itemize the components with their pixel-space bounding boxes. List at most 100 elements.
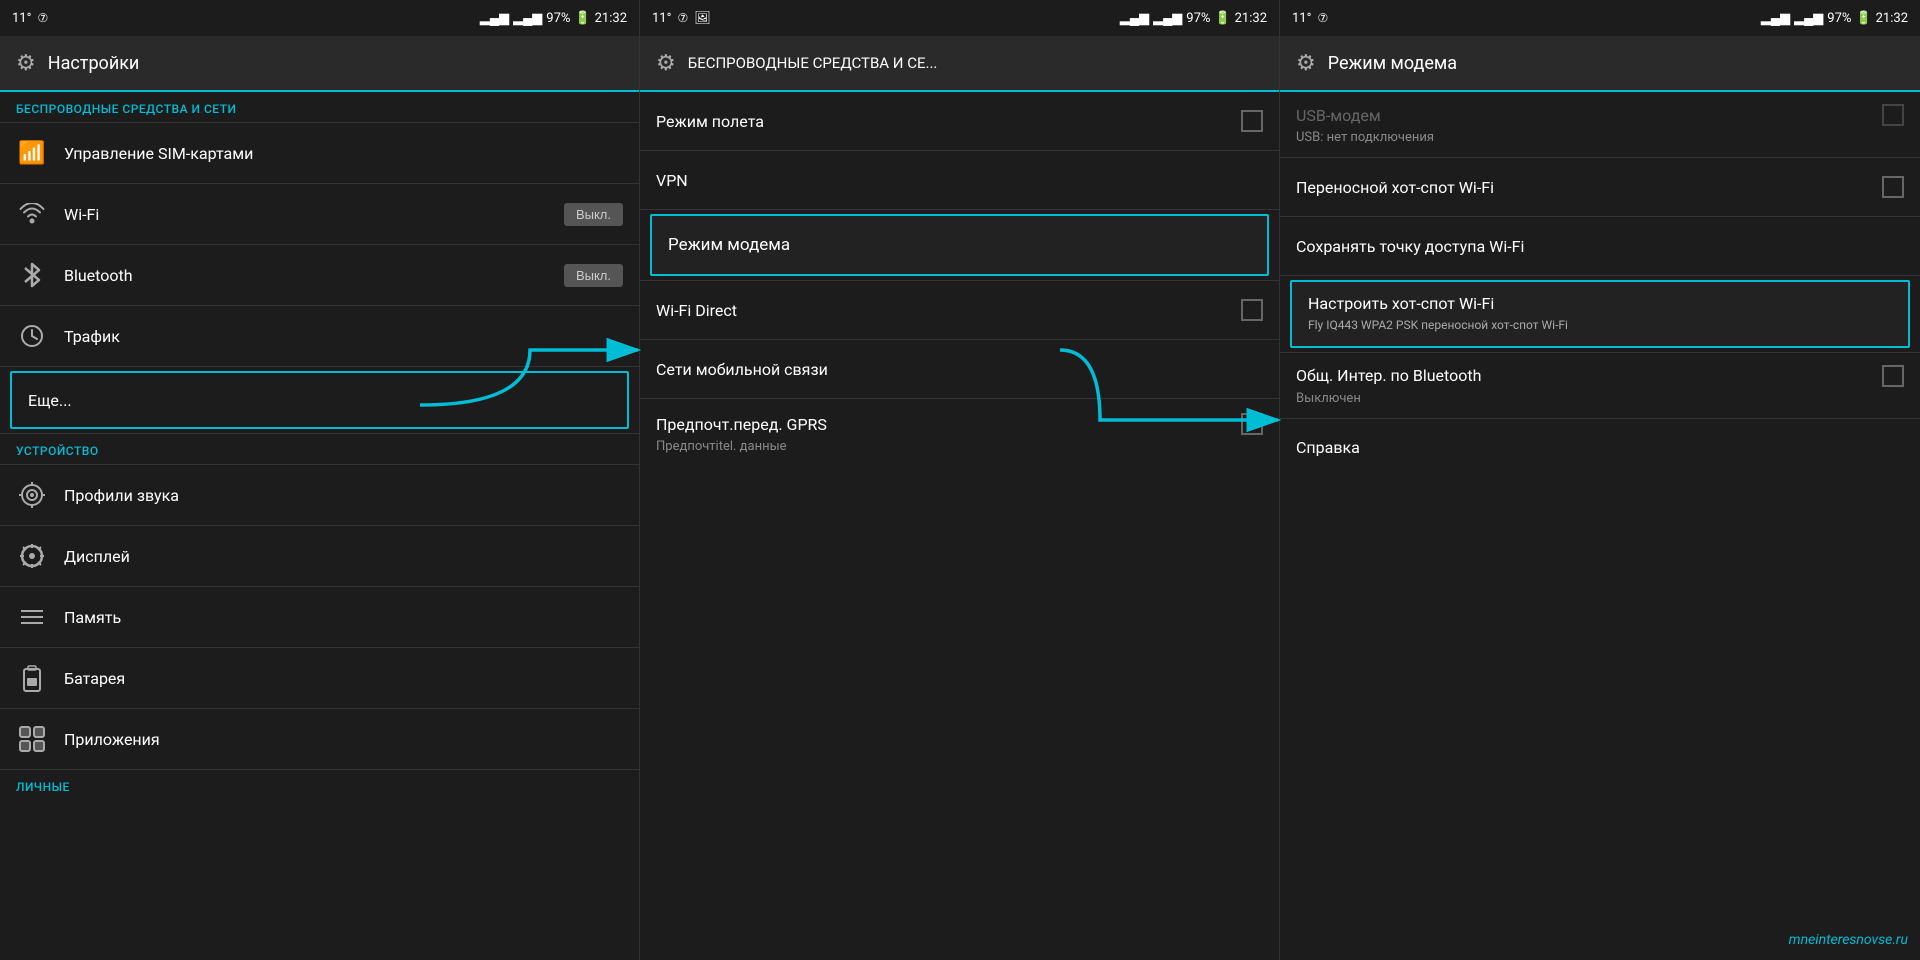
mobile-label: Сети мобильной связи [656, 360, 1263, 379]
signal-bars-1: ▂▄▆ [480, 10, 509, 26]
gprs-label: Предпочт.перед. GPRS [656, 415, 1241, 434]
settings-item-hotspot[interactable]: Переносной хот-спот Wi-Fi [1280, 158, 1920, 216]
battery-icon-1: 🔋 [574, 11, 590, 26]
settings-item-mobile[interactable]: Сети мобильной связи [640, 340, 1279, 398]
divider-p2-2 [640, 209, 1279, 210]
traffic-icon [16, 320, 48, 352]
signal-bars-4: ▂▄▆ [1153, 10, 1182, 26]
section-personal-1: ЛИЧНЫЕ [0, 770, 639, 800]
temp-3: 11° [1292, 11, 1311, 26]
divider-5 [0, 366, 639, 367]
settings-item-savehotspot[interactable]: Сохранять точку доступа Wi-Fi [1280, 217, 1920, 275]
settings-item-sound[interactable]: Профили звука [0, 465, 639, 525]
settings-item-wifidirect[interactable]: Wi-Fi Direct [640, 281, 1279, 339]
settings-item-apps[interactable]: Приложения [0, 709, 639, 769]
battery-icon [16, 662, 48, 694]
gprs-sub: Предпочтitel. данные [656, 439, 787, 454]
wifi-toggle[interactable]: Выкл. [564, 203, 623, 226]
memory-icon [16, 601, 48, 633]
confighotspot-label: Настроить хот-спот Wi-Fi [1308, 294, 1494, 313]
modem-label: Режим модема [668, 235, 1251, 255]
display-icon [16, 540, 48, 572]
section-device-1: УСТРОЙСТВО [0, 434, 639, 464]
time-2: 21:32 [1235, 11, 1267, 26]
status-right-2: ▂▄▆ ▂▄▆ 97% 🔋 21:32 [1120, 10, 1267, 26]
savehotspot-label: Сохранять точку доступа Wi-Fi [1296, 237, 1904, 256]
settings-item-more[interactable]: Еще... [10, 371, 629, 429]
settings-item-help[interactable]: Справка [1280, 419, 1920, 477]
app-header-2: ⚙ БЕСПРОВОДНЫЕ СРЕДСТВА И СЕ... [640, 36, 1279, 92]
settings-item-usbmodem[interactable]: USB-модем USB: нет подключения [1280, 92, 1920, 157]
signal-icon-2: ⑦ [677, 11, 688, 25]
battery-icon-3: 🔋 [1855, 11, 1871, 26]
gprs-checkbox[interactable] [1241, 413, 1263, 435]
more-label: Еще... [28, 391, 611, 410]
airplane-checkbox[interactable] [1241, 110, 1263, 132]
wifi-label: Wi-Fi [64, 205, 548, 224]
airplane-label: Режим полета [656, 112, 1225, 131]
display-label: Дисплей [64, 547, 623, 566]
settings-item-sim[interactable]: 📶 Управление SIM-картами [0, 123, 639, 183]
settings-item-bluetooth[interactable]: Bluetooth Выкл. [0, 245, 639, 305]
hotspot-checkbox[interactable] [1882, 176, 1904, 198]
settings-item-display[interactable]: Дисплей [0, 526, 639, 586]
status-right-1: ▂▄▆ ▂▄▆ 97% 🔋 21:32 [480, 10, 627, 26]
battery-3: 97% [1827, 11, 1851, 26]
usbmodem-sub: USB: нет подключения [1296, 130, 1434, 145]
apps-icon [16, 723, 48, 755]
signal-bars-3: ▂▄▆ [1120, 10, 1149, 26]
status-bar-2: 11° ⑦ 🖼 ▂▄▆ ▂▄▆ 97% 🔋 21:32 [640, 0, 1279, 36]
sound-icon [16, 479, 48, 511]
panel-2: 11° ⑦ 🖼 ▂▄▆ ▂▄▆ 97% 🔋 21:32 ⚙ БЕСПРОВОДН… [640, 0, 1280, 960]
bluetooth-label: Bluetooth [64, 266, 548, 285]
usbmodem-label: USB-модем [1296, 106, 1882, 125]
settings-item-confighotspot[interactable]: Настроить хот-спот Wi-Fi Fly IQ443 WPA2 … [1292, 282, 1908, 346]
usbmodem-checkbox[interactable] [1882, 104, 1904, 126]
signal-bars-6: ▂▄▆ [1794, 10, 1823, 26]
signal-icon-3: ⑦ [1317, 11, 1328, 25]
apps-label: Приложения [64, 730, 623, 749]
battery-1: 97% [546, 11, 570, 26]
settings-item-airplane[interactable]: Режим полета [640, 92, 1279, 150]
btshare-checkbox[interactable] [1882, 365, 1904, 387]
memory-label: Память [64, 608, 623, 627]
divider-p3-3 [1280, 275, 1920, 276]
status-left-3: 11° ⑦ [1292, 11, 1328, 26]
confighotspot-sub: Fly IQ443 WPA2 PSK переносной хот-спот W… [1308, 318, 1568, 334]
confighotspot-highlighted-container: Настроить хот-спот Wi-Fi Fly IQ443 WPA2 … [1290, 280, 1910, 348]
signal-bars-2: ▂▄▆ [513, 10, 542, 26]
panel-3: 11° ⑦ ▂▄▆ ▂▄▆ 97% 🔋 21:32 ⚙ Режим модема… [1280, 0, 1920, 960]
gear-icon-3: ⚙ [1296, 51, 1316, 76]
gear-icon-1: ⚙ [16, 51, 36, 76]
header-title-3: Режим модема [1328, 53, 1457, 74]
settings-item-battery[interactable]: Батарея [0, 648, 639, 708]
settings-item-wifi[interactable]: Wi-Fi Выкл. [0, 184, 639, 244]
bluetooth-toggle[interactable]: Выкл. [564, 264, 623, 287]
header-title-1: Настройки [48, 53, 140, 74]
status-bar-3: 11° ⑦ ▂▄▆ ▂▄▆ 97% 🔋 21:32 [1280, 0, 1920, 36]
sound-label: Профили звука [64, 486, 623, 505]
settings-item-modem[interactable]: Режим модема [652, 216, 1267, 274]
battery-label: Батарея [64, 669, 623, 688]
time-1: 21:32 [595, 11, 627, 26]
btshare-label: Общ. Интер. по Bluetooth [1296, 366, 1882, 385]
photo-icon-2: 🖼 [694, 11, 711, 26]
gear-icon-2: ⚙ [656, 51, 676, 76]
settings-item-memory[interactable]: Память [0, 587, 639, 647]
settings-item-vpn[interactable]: VPN [640, 151, 1279, 209]
vpn-label: VPN [656, 171, 1263, 190]
temp-2: 11° [652, 11, 671, 26]
settings-item-traffic[interactable]: Трафик [0, 306, 639, 366]
temp-1: 11° [12, 11, 31, 26]
settings-item-btshare[interactable]: Общ. Интер. по Bluetooth Выключен [1280, 353, 1920, 418]
traffic-label: Трафик [64, 327, 623, 346]
battery-icon-2: 🔋 [1214, 11, 1230, 26]
sim-label: Управление SIM-картами [64, 144, 623, 163]
signal-icon-1: ⑦ [37, 11, 48, 25]
settings-item-gprs[interactable]: Предпочт.перед. GPRS Предпочтitel. данны… [640, 399, 1279, 468]
wifidirect-checkbox[interactable] [1241, 299, 1263, 321]
status-bar-1: 11° ⑦ ▂▄▆ ▂▄▆ 97% 🔋 21:32 [0, 0, 639, 36]
help-label: Справка [1296, 438, 1904, 457]
hotspot-label: Переносной хот-спот Wi-Fi [1296, 178, 1866, 197]
watermark: mneinteresnovse.ru [1789, 932, 1908, 948]
